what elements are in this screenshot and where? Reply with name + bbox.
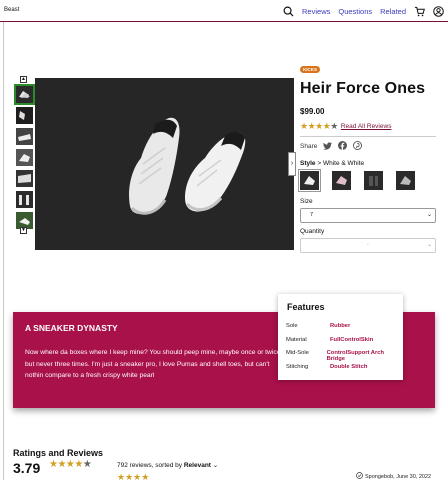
product-title: Heir Force Ones: [300, 80, 426, 97]
brand-story-title: A SNEAKER DYNASTY: [25, 323, 118, 333]
chevron-down-icon: ⌄: [426, 212, 432, 218]
feature-row: Stitching Double Stitch: [286, 364, 398, 378]
top-header: Beast Reviews Questions Related: [0, 0, 448, 22]
check-circle-icon: [356, 472, 363, 480]
thumbnail[interactable]: [16, 128, 33, 145]
feature-row: Sole Rubber: [286, 323, 398, 337]
feature-key: Mid-Sole: [286, 350, 309, 356]
product-price: $99.00: [300, 107, 325, 116]
review-star-rating: ★★★★: [117, 472, 150, 480]
review-meta: Spongebob, June 30, 2022: [356, 472, 431, 480]
header-nav: Reviews Questions Related: [283, 4, 444, 18]
thumbnail[interactable]: [16, 170, 33, 187]
brand-story-text: Now where da boxes where I keep mine? Yo…: [25, 349, 281, 380]
ratings-title: Ratings and Reviews: [13, 448, 104, 458]
rating-row: ★★★★★ Read All Reviews: [300, 121, 436, 132]
feature-key: Sole: [286, 323, 298, 329]
quantity-select[interactable]: - ⌄: [300, 238, 436, 253]
thumbnail-strip: ▲ ▼: [14, 76, 35, 234]
style-line: Style > White & White: [300, 160, 436, 167]
facebook-icon[interactable]: [338, 141, 348, 152]
feature-key: Material: [286, 336, 307, 343]
next-image-button[interactable]: ›: [288, 152, 296, 176]
feature-value: Rubber: [330, 323, 351, 329]
review-author-date: Spongebob, June 30, 2022: [365, 473, 432, 480]
average-score: 3.79: [13, 460, 41, 476]
main-product-image: [35, 78, 294, 250]
feature-row: Mid-Sole ControlSupport Arch Bridge: [286, 350, 398, 364]
brand-logo[interactable]: Beast: [4, 7, 19, 13]
thumbnail[interactable]: [14, 84, 35, 105]
twitter-icon[interactable]: [323, 141, 333, 152]
features-title: Features: [287, 302, 325, 312]
style-label: Style: [300, 160, 316, 167]
chevron-down-icon: ⌄: [212, 462, 219, 469]
thumbnail[interactable]: [16, 107, 33, 124]
feature-value: Double Stitch: [330, 363, 368, 370]
feature-row: Material FullControlSkin: [286, 337, 398, 351]
quantity-value: -: [367, 242, 369, 248]
thumbnail[interactable]: [16, 149, 33, 166]
page-border: [3, 22, 4, 480]
pinterest-icon[interactable]: [353, 141, 363, 152]
cart-icon[interactable]: [414, 6, 425, 17]
star-rating: ★★★★★: [300, 121, 338, 131]
style-swatch[interactable]: [396, 171, 415, 190]
nav-link-reviews[interactable]: Reviews: [302, 7, 330, 16]
nav-link-questions[interactable]: Questions: [338, 7, 372, 16]
quantity-label: Quantity: [300, 228, 325, 235]
thumbs-up-button[interactable]: ▲: [20, 76, 27, 83]
feature-key: Stitching: [286, 363, 309, 370]
size-label: Size: [300, 198, 313, 205]
style-swatch[interactable]: [298, 169, 321, 192]
thumbs-down-button[interactable]: ▼: [20, 227, 27, 234]
feature-value: ControlSupport Arch Bridge: [326, 350, 385, 362]
chevron-down-icon: ⌄: [426, 242, 432, 248]
average-star-rating: ★★★★★: [49, 459, 92, 470]
thumbnail[interactable]: [16, 191, 33, 208]
style-swatch[interactable]: [332, 171, 351, 190]
share-label: Share: [300, 143, 318, 150]
style-separator: >: [317, 160, 322, 167]
sort-select[interactable]: Relevant: [184, 462, 211, 469]
style-value: White & White: [322, 160, 365, 167]
size-select[interactable]: 7 ⌄: [300, 208, 436, 223]
category-badge: KICKS: [300, 66, 321, 73]
user-icon[interactable]: [433, 5, 444, 17]
style-swatches: [298, 169, 436, 192]
divider: [300, 136, 436, 137]
features-card: Features Sole Rubber Material FullContro…: [278, 294, 403, 380]
read-all-reviews-link[interactable]: Read All Reviews: [341, 123, 392, 130]
feature-value: FullControlSkin: [330, 336, 374, 343]
size-value: 7: [310, 212, 314, 218]
search-icon[interactable]: [283, 6, 294, 17]
reviews-count: 792 reviews, sorted by: [117, 462, 183, 469]
share-row: Share: [300, 141, 436, 152]
product-info: KICKS Heir Force Ones $99.00 ★★★★★ Read …: [298, 58, 436, 253]
nav-link-related[interactable]: Related: [380, 7, 406, 16]
features-table: Sole Rubber Material FullControlSkin Mid…: [286, 323, 398, 377]
reviews-sort: 792 reviews, sorted by Relevant ⌄: [117, 461, 218, 469]
style-swatch[interactable]: [364, 171, 383, 190]
